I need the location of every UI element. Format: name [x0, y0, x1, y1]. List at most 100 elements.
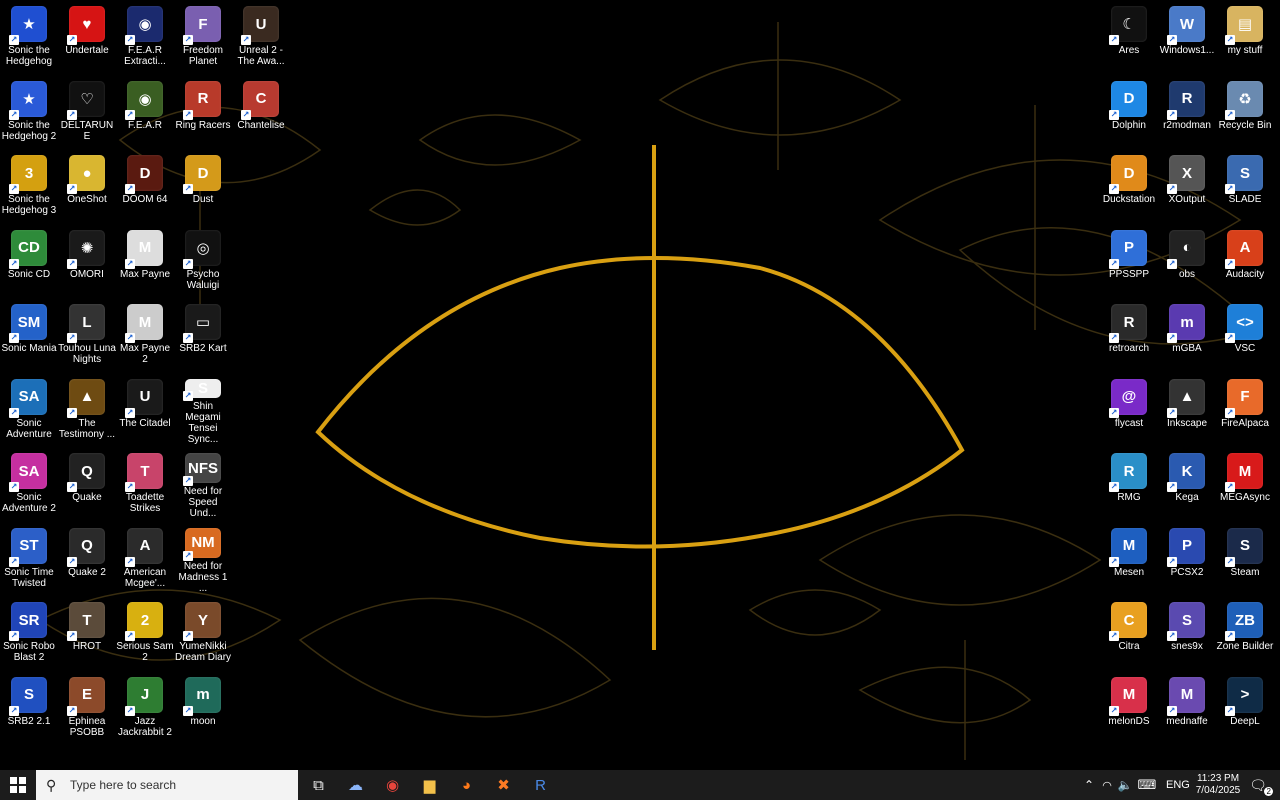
file-explorer-button[interactable]: ▆: [411, 770, 448, 800]
shortcut-retroarch[interactable]: Rretroarch: [1100, 298, 1158, 370]
shortcut-deltarune[interactable]: ♡DELTARUNE: [58, 75, 116, 147]
shortcut-sonic-time-twisted[interactable]: STSonic Time Twisted: [0, 522, 58, 594]
shortcut-omori[interactable]: ✺OMORI: [58, 224, 116, 296]
search-input[interactable]: ⚲ Type here to search: [36, 770, 298, 800]
shortcut-mesen[interactable]: MMesen: [1100, 522, 1158, 594]
xampp-button[interactable]: ✖: [485, 770, 522, 800]
shortcut-snes9x[interactable]: Ssnes9x: [1158, 596, 1216, 668]
shortcut-oneshot[interactable]: ●OneShot: [58, 149, 116, 221]
clock[interactable]: 11:23 PM 7/04/2025: [1192, 770, 1244, 800]
shortcut-flycast[interactable]: @flycast: [1100, 373, 1158, 445]
shortcut-sonic-the-hedgehog-2[interactable]: ★Sonic the Hedgehog 2: [0, 75, 58, 147]
shortcut-ares[interactable]: ☾Ares: [1100, 0, 1158, 72]
shortcut-hrot[interactable]: THROT: [58, 596, 116, 668]
keyboard-icon[interactable]: ⌨: [1134, 770, 1160, 800]
shortcut-unreal-2-the-awa[interactable]: UUnreal 2 - The Awa...: [232, 0, 290, 72]
desktop-icon-label: Sonic Time Twisted: [4, 566, 54, 589]
shortcut-citra[interactable]: CCitra: [1100, 596, 1158, 668]
shortcut-audacity[interactable]: AAudacity: [1216, 224, 1274, 296]
app-icon: ◎: [183, 229, 221, 269]
shortcut-mednaffe[interactable]: Mmednaffe: [1158, 671, 1216, 743]
network-icon[interactable]: ◠: [1098, 770, 1116, 800]
shortcut-american-mcgee[interactable]: AAmerican Mcgee'...: [116, 522, 174, 594]
shortcut-zone-builder[interactable]: ZBZone Builder: [1216, 596, 1274, 668]
app-icon: Q: [67, 527, 105, 567]
shortcut-shin-megami-tensei-sync[interactable]: SShin Megami Tensei Sync...: [174, 373, 232, 445]
chrome-button[interactable]: ◉: [374, 770, 411, 800]
shortcut-the-citadel[interactable]: UThe Citadel: [116, 373, 174, 445]
shortcut-windows1[interactable]: WWindows1...: [1158, 0, 1216, 72]
r2modman-taskbar-button[interactable]: R: [522, 770, 559, 800]
taskbar: ⚲ Type here to search ⧉ ☁ ◉ ▆ ◕ ✖ R ⌃ ◠ 🔈 ⌨ EN…: [0, 770, 1280, 800]
shortcut-megasync[interactable]: MMEGAsync: [1216, 447, 1274, 519]
shortcut-sonic-adventure-2[interactable]: SASonic Adventure 2: [0, 447, 58, 519]
desktop-icon-label: FireAlpaca: [1221, 417, 1269, 429]
shortcut-r2modman[interactable]: Rr2modman: [1158, 75, 1216, 147]
app-icon: m: [183, 676, 221, 716]
shortcut-vsc[interactable]: <>VSC: [1216, 298, 1274, 370]
shortcut-toadette-strikes[interactable]: TToadette Strikes: [116, 447, 174, 519]
app-pinned-1[interactable]: ☁: [337, 770, 374, 800]
shortcut-freedom-planet[interactable]: FFreedom Planet: [174, 0, 232, 72]
shortcut-sonic-robo-blast-2[interactable]: SRSonic Robo Blast 2: [0, 596, 58, 668]
shortcut-obs[interactable]: ◐obs: [1158, 224, 1216, 296]
shortcut-recycle-bin[interactable]: ♻Recycle Bin: [1216, 75, 1274, 147]
desktop-icon-label: Citra: [1118, 641, 1140, 652]
shortcut-sonic-mania[interactable]: SMSonic Mania: [0, 298, 58, 370]
shortcut-srb2-kart[interactable]: ▭SRB2 Kart: [174, 298, 232, 370]
shortcut-melonds[interactable]: MmelonDS: [1100, 671, 1158, 743]
shortcut-jazz-jackrabbit-2[interactable]: JJazz Jackrabbit 2: [116, 671, 174, 743]
shortcut-pcsx2[interactable]: PPCSX2: [1158, 522, 1216, 594]
shortcut-quake[interactable]: QQuake: [58, 447, 116, 519]
shortcut-steam[interactable]: SSteam: [1216, 522, 1274, 594]
shortcut-sonic-adventure[interactable]: SASonic Adventure: [0, 373, 58, 445]
shortcut-ephinea-psobb[interactable]: EEphinea PSOBB: [58, 671, 116, 743]
shortcut-the-testimony[interactable]: ▲The Testimony ...: [58, 373, 116, 445]
shortcut-mgba[interactable]: mmGBA: [1158, 298, 1216, 370]
shortcut-sonic-the-hedgehog-3[interactable]: 3Sonic the Hedgehog 3: [0, 149, 58, 221]
shortcut-quake-2[interactable]: QQuake 2: [58, 522, 116, 594]
shortcut-ring-racers[interactable]: RRing Racers: [174, 75, 232, 147]
desktop-icon-label: my stuff: [1227, 45, 1263, 56]
desktop-icon-label: OneShot: [67, 194, 107, 205]
shortcut-sonic-the-hedgehog[interactable]: ★Sonic the Hedgehog: [0, 0, 58, 72]
shortcut-serious-sam-2[interactable]: 2Serious Sam 2: [116, 596, 174, 668]
shortcut-psycho-waluigi[interactable]: ◎Psycho Waluigi: [174, 224, 232, 296]
shortcut-f-e-a-r[interactable]: ◉F.E.A.R: [116, 75, 174, 147]
shortcut-yumenikki-dream-diary[interactable]: YYumeNikki Dream Diary: [174, 596, 232, 668]
shortcut-slade[interactable]: SSLADE: [1216, 149, 1274, 221]
shortcut-undertale[interactable]: ♥Undertale: [58, 0, 116, 72]
notification-button[interactable]: 🗨 2: [1244, 770, 1273, 800]
shortcut-xoutput[interactable]: XXOutput: [1158, 149, 1216, 221]
app-icon: ◉: [125, 6, 163, 45]
shortcut-kega[interactable]: KKega: [1158, 447, 1216, 519]
language-indicator[interactable]: ENG: [1166, 779, 1190, 791]
shortcut-f-e-a-r-extracti[interactable]: ◉F.E.A.R Extracti...: [116, 0, 174, 72]
desktop-icon-label: Mesen: [1113, 566, 1144, 578]
firefox-button[interactable]: ◕: [448, 770, 485, 800]
shortcut-need-for-madness-1[interactable]: NMNeed for Madness 1 ...: [174, 522, 232, 594]
shortcut-chantelise[interactable]: CChantelise: [232, 75, 290, 147]
task-view-button[interactable]: ⧉: [300, 770, 337, 800]
shortcut-dolphin[interactable]: DDolphin: [1100, 75, 1158, 147]
shortcut-ppsspp[interactable]: PPPSSPP: [1100, 224, 1158, 296]
shortcut-rmg[interactable]: RRMG: [1100, 447, 1158, 519]
volume-icon[interactable]: 🔈: [1116, 770, 1134, 800]
shortcut-inkscape[interactable]: ▲Inkscape: [1158, 373, 1216, 445]
shortcut-moon[interactable]: mmoon: [174, 671, 232, 743]
start-button[interactable]: [0, 770, 36, 800]
shortcut-need-for-speed-und[interactable]: NFSNeed for Speed Und...: [174, 447, 232, 519]
shortcut-deepl[interactable]: >DeepL: [1216, 671, 1274, 743]
shortcut-duckstation[interactable]: DDuckstation: [1100, 149, 1158, 221]
desktop-icon-label: The Citadel: [119, 417, 171, 429]
shortcut-srb2-2-1[interactable]: SSRB2 2.1: [0, 671, 58, 743]
shortcut-dust[interactable]: DDust: [174, 149, 232, 221]
shortcut-my-stuff[interactable]: ▤my stuff: [1216, 0, 1274, 72]
shortcut-touhou-luna-nights[interactable]: LTouhou Luna Nights: [58, 298, 116, 370]
shortcut-max-payne[interactable]: MMax Payne: [116, 224, 174, 296]
shortcut-max-payne-2[interactable]: MMax Payne 2: [116, 298, 174, 370]
chevron-up-icon[interactable]: ⌃: [1080, 770, 1098, 800]
shortcut-doom-64[interactable]: DDOOM 64: [116, 149, 174, 221]
shortcut-sonic-cd[interactable]: CDSonic CD: [0, 224, 58, 296]
shortcut-firealpaca[interactable]: FFireAlpaca: [1216, 373, 1274, 445]
